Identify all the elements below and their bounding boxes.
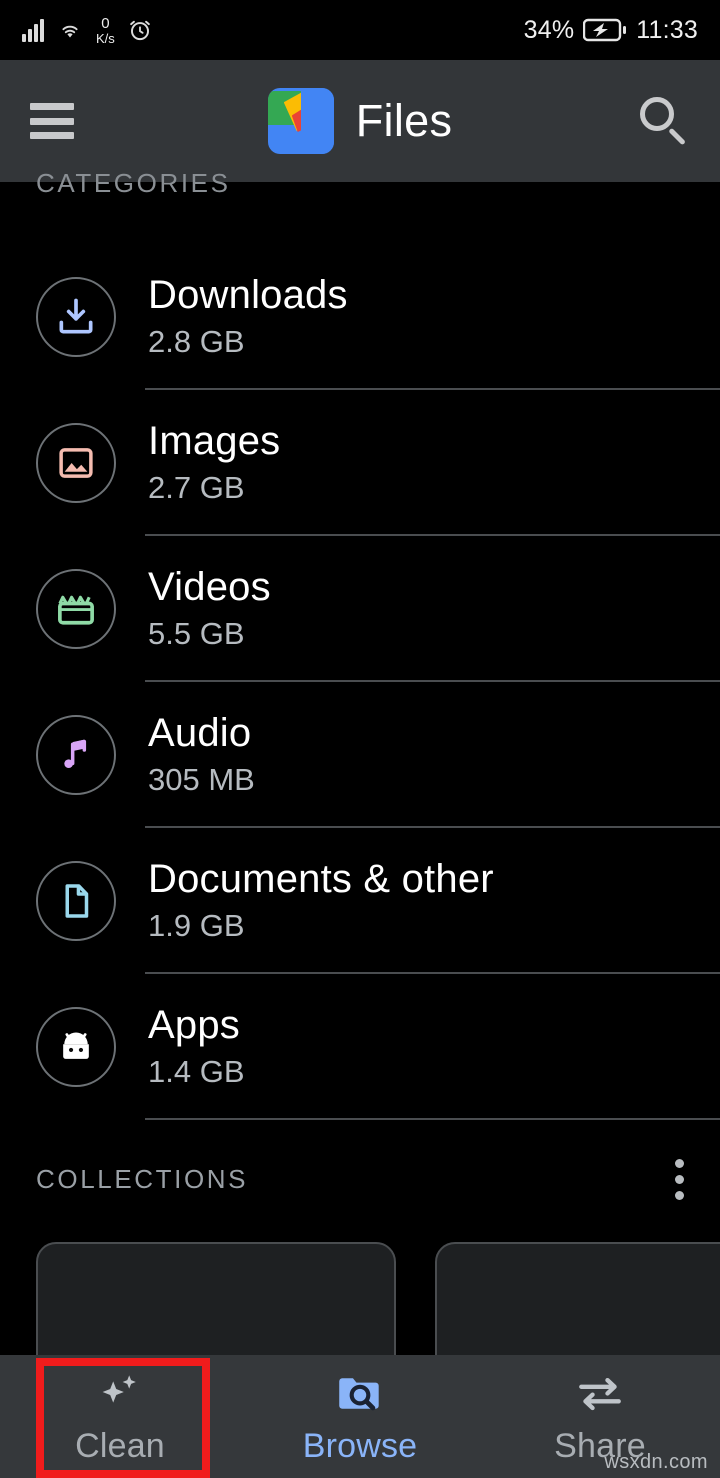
network-speed-unit: K/s [96,30,115,46]
battery-percent: 34% [523,15,575,44]
phone-screen: 0 K/s 34% 11:33 Files CATEGORIES Downloa… [0,0,720,1478]
network-speed-indicator: 0 K/s [96,16,115,45]
category-row-images[interactable]: Images 2.7 GB [0,390,720,536]
document-icon [36,861,116,941]
category-size: 2.7 GB [148,470,245,505]
category-size: 1.4 GB [148,1054,245,1089]
image-icon [36,423,116,503]
category-size: 2.8 GB [148,324,245,359]
category-size: 305 MB [148,762,255,797]
music-note-icon [36,715,116,795]
hamburger-menu-icon[interactable] [30,103,74,139]
collections-header: COLLECTIONS [0,1144,720,1214]
status-bar-left: 0 K/s [22,16,153,45]
category-title: Downloads [148,273,348,317]
nav-item-clean[interactable]: Clean [0,1355,240,1478]
app-bar: Files [0,60,720,182]
files-app-logo [267,88,334,154]
category-title: Apps [148,1003,240,1047]
status-bar: 0 K/s 34% 11:33 [0,0,720,60]
categories-section-label: CATEGORIES [36,168,231,198]
category-row-documents[interactable]: Documents & other 1.9 GB [0,828,720,974]
swap-arrows-icon [573,1367,627,1419]
category-row-downloads[interactable]: Downloads 2.8 GB [0,244,720,390]
category-row-videos[interactable]: Videos 5.5 GB [0,536,720,682]
wifi-icon [62,25,78,38]
network-speed-value: 0 [101,14,110,32]
app-brand: Files [0,88,720,154]
page-title: Files [355,95,453,146]
sparkles-icon [94,1367,146,1419]
category-title: Videos [148,565,271,609]
download-icon [36,277,116,357]
search-icon[interactable] [636,94,690,148]
category-title: Documents & other [148,857,494,901]
category-title: Audio [148,711,252,755]
nav-label-clean: Clean [75,1427,165,1465]
status-bar-right: 34% 11:33 [524,16,698,45]
categories-list: Downloads 2.8 GB Images 2.7 GB Videos 5.… [0,244,720,1120]
android-icon [36,1007,116,1087]
folder-search-icon [333,1367,387,1419]
nav-label-browse: Browse [302,1427,418,1465]
clock: 11:33 [636,15,698,44]
main-content: CATEGORIES Downloads 2.8 GB Images 2.7 G… [0,168,720,1478]
nav-item-browse[interactable]: Browse [240,1355,480,1478]
row-divider [145,1118,720,1120]
collections-section-label: COLLECTIONS [36,1163,249,1194]
bottom-navigation: Clean Browse Share wsxdn.com [0,1355,720,1478]
alarm-clock-icon [129,20,150,41]
category-size: 5.5 GB [148,616,245,651]
battery-icon [583,18,627,42]
signal-bars-icon [22,18,44,42]
category-row-audio[interactable]: Audio 305 MB [0,682,720,828]
more-vert-icon[interactable] [675,1158,684,1200]
category-size: 1.9 GB [148,908,245,943]
category-row-apps[interactable]: Apps 1.4 GB [0,974,720,1120]
watermark: wsxdn.com [604,1451,708,1473]
video-icon [36,569,116,649]
category-title: Images [148,419,281,463]
